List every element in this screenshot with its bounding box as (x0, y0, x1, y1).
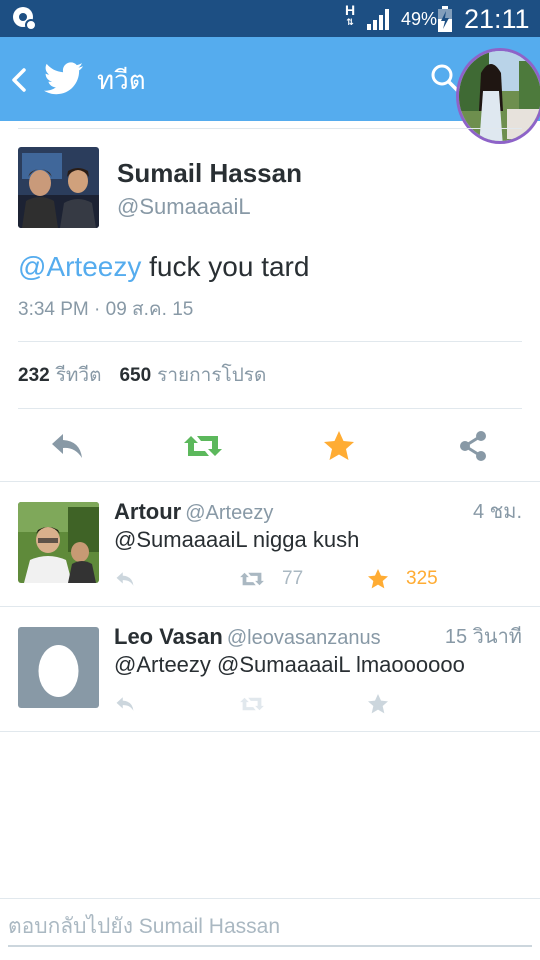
favorite-count: 650 (119, 365, 152, 386)
retweet-icon[interactable] (183, 430, 223, 462)
reply-avatar-photo (18, 502, 99, 583)
divider (18, 128, 522, 129)
reply-avatar[interactable] (18, 502, 99, 583)
floating-chat-head-avatar[interactable] (456, 48, 540, 144)
retweet-button[interactable]: 77 (238, 566, 303, 592)
author-avatar[interactable] (18, 147, 99, 228)
signal-strength-icon (367, 9, 389, 30)
reply-text: @Arteezy @SumaaaaiL lmaoooooo (114, 652, 465, 677)
chat-head-photo (459, 51, 540, 141)
back-arrow-icon[interactable] (8, 65, 30, 95)
favorite-star-icon (368, 569, 388, 589)
favorite-star-icon[interactable] (321, 430, 357, 462)
favorite-button[interactable]: 325 (366, 566, 438, 592)
author-avatar-photo (18, 147, 99, 228)
author-handle[interactable]: @SumaaaaiL (117, 193, 251, 221)
reply-button[interactable] (114, 691, 136, 717)
data-arrows-icon: ⇅ (346, 17, 354, 27)
reply-action-bar (114, 691, 534, 717)
tweet-body: fuck you tard (141, 251, 310, 282)
reply-tweet[interactable]: Leo Vasan @leovasanzanus 15 วินาที @Artee… (0, 607, 540, 731)
favorite-stat[interactable]: 650 รายการโปรด (119, 365, 266, 386)
reply-input-placeholder[interactable]: ตอบกลับไปยัง Sumail Hassan (8, 913, 280, 941)
location-notification-icon (13, 7, 37, 31)
reply-text: @SumaaaaiL nigga kush (114, 527, 360, 552)
page-title: ทวีต (97, 65, 146, 95)
divider (18, 341, 522, 342)
reply-icon (116, 572, 134, 586)
reply-avatar[interactable] (18, 627, 99, 708)
favorite-star-icon (368, 694, 388, 714)
author-name[interactable]: Sumail Hassan (117, 158, 302, 188)
reply-author-handle: @Arteezy (185, 502, 274, 524)
default-egg-avatar-icon (18, 627, 99, 708)
clock: 21:11 (464, 4, 530, 34)
tweet-stats: 232 รีทวีต 650 รายการโปรด (18, 364, 266, 388)
mention-link[interactable]: @Arteezy (18, 251, 141, 282)
tweet-text: @Arteezy fuck you tard (18, 250, 309, 284)
network-type-indicator: H ⇅ (344, 2, 356, 27)
reply-button[interactable] (114, 566, 136, 592)
retweet-icon (240, 572, 264, 586)
reply-author-handle: @leovasanzanus (226, 627, 381, 649)
tweet-timestamp: 3:34 PM · 09 ส.ค. 15 (18, 299, 194, 320)
reply-time: 4 ชม. (473, 501, 522, 523)
battery-percent: 49% (401, 9, 438, 29)
retweet-stat[interactable]: 232 รีทวีต (18, 365, 101, 386)
favorite-button[interactable] (366, 691, 390, 717)
favorite-count: 325 (406, 568, 438, 589)
divider (0, 731, 540, 732)
reply-author-name: Artour (114, 499, 182, 524)
reply-icon[interactable] (49, 430, 85, 462)
favorite-stat-label: รายการโปรด (157, 365, 267, 386)
reply-action-bar: 77 325 (114, 566, 534, 592)
retweet-count: 77 (282, 568, 304, 589)
reply-compose-bar[interactable]: ตอบกลับไปยัง Sumail Hassan (0, 898, 540, 960)
battery-charging-icon (438, 6, 452, 32)
divider (18, 408, 522, 409)
retweet-icon (240, 697, 264, 711)
tweet-action-bar (0, 418, 540, 472)
retweet-stat-label: รีทวีต (55, 365, 102, 386)
reply-author-name: Leo Vasan (114, 624, 223, 649)
input-underline (8, 945, 532, 947)
reply-author[interactable]: Leo Vasan @leovasanzanus (114, 623, 381, 652)
twitter-bird-icon[interactable] (44, 61, 84, 97)
share-icon[interactable] (456, 430, 492, 462)
retweet-count: 232 (18, 365, 50, 386)
reply-time: 15 วินาที (444, 626, 522, 648)
retweet-button[interactable] (238, 691, 266, 717)
reply-author[interactable]: Artour @Arteezy (114, 498, 273, 527)
status-bar: H ⇅ 49% 21:11 (0, 0, 540, 37)
reply-tweet[interactable]: Artour @Arteezy 4 ชม. @SumaaaaiL nigga ku… (0, 482, 540, 606)
reply-icon (116, 697, 134, 711)
